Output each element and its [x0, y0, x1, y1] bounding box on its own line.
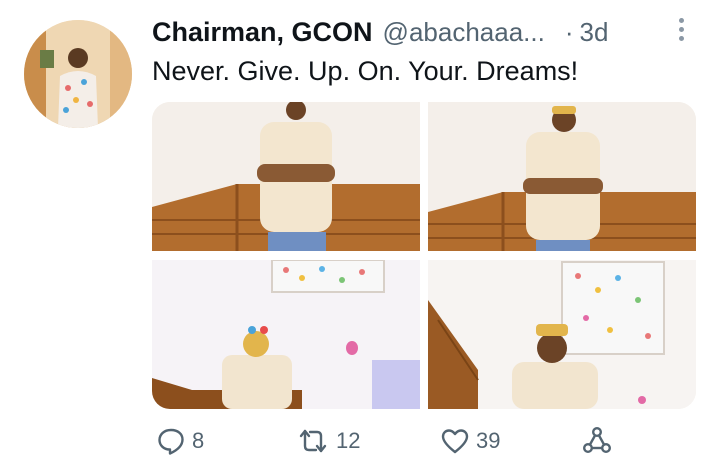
like-button[interactable]: 39: [440, 426, 500, 456]
reply-count: 8: [192, 428, 205, 453]
retweet-button[interactable]: 12: [296, 426, 360, 456]
retweet-arrows-icon: [296, 426, 330, 456]
timestamp[interactable]: 3d: [580, 17, 609, 48]
photo-1[interactable]: [152, 102, 420, 251]
action-bar: 8 12 39: [156, 426, 616, 462]
photo-3[interactable]: [152, 260, 420, 409]
avatar[interactable]: [24, 20, 132, 128]
separator-dot: ·: [564, 16, 574, 47]
retweet-count: 12: [336, 428, 361, 453]
like-count: 39: [476, 428, 501, 453]
tweet-header: Chairman, GCON @abachaaa... · 3d: [152, 14, 697, 50]
share-nodes-icon: [582, 426, 612, 456]
reply-button[interactable]: 8: [156, 426, 204, 456]
display-name[interactable]: Chairman, GCON: [152, 17, 373, 48]
share-button[interactable]: [582, 426, 612, 456]
tweet-text: Never. Give. Up. On. Your. Dreams!: [152, 56, 579, 86]
speech-bubble-icon: [156, 426, 186, 456]
user-handle[interactable]: @abachaaa...: [383, 17, 545, 48]
media-grid: [152, 102, 696, 409]
heart-icon: [440, 426, 470, 456]
vertical-ellipsis-icon[interactable]: [669, 14, 693, 44]
photo-4[interactable]: [428, 260, 696, 409]
photo-2[interactable]: [428, 102, 696, 251]
